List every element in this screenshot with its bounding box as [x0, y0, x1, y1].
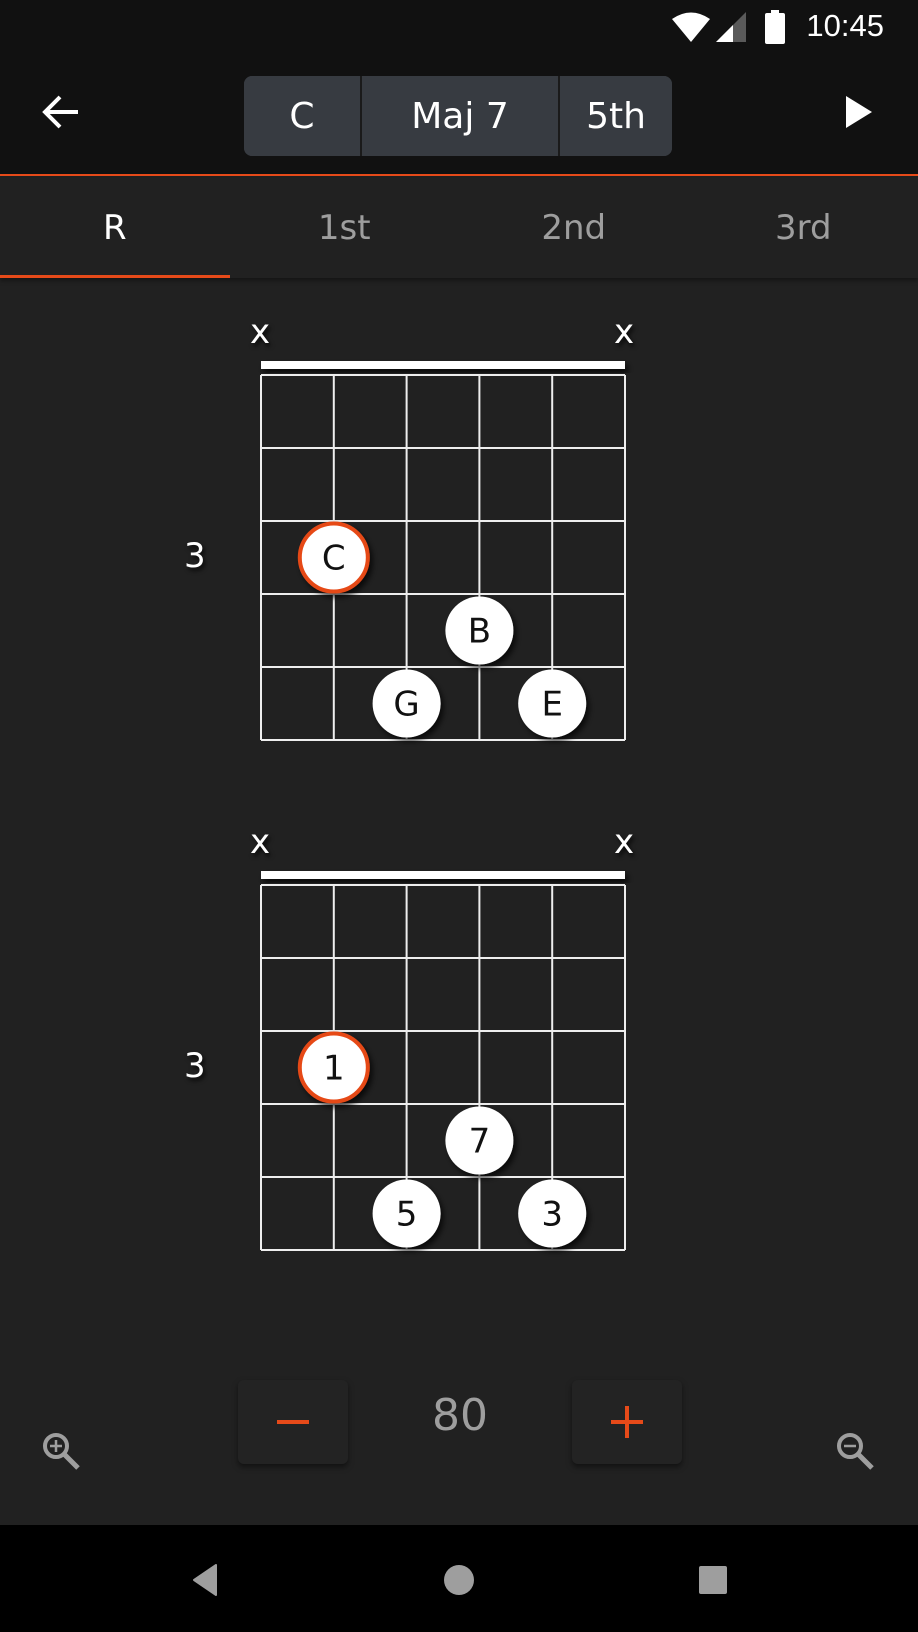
nav-home-button[interactable]: [434, 1555, 484, 1605]
tempo-controls: 80: [0, 1370, 918, 1470]
finger-dot: B: [445, 596, 514, 665]
tempo-value: 80: [432, 1390, 488, 1441]
tab-root[interactable]: R: [0, 178, 230, 278]
inversion-tabs: R 1st 2nd 3rd: [0, 178, 918, 278]
finger-dot: G: [372, 669, 441, 738]
play-button[interactable]: [838, 92, 878, 132]
back-button[interactable]: [38, 88, 86, 136]
nav-home-icon: [444, 1565, 474, 1595]
root-finger-dot: 1: [297, 1031, 370, 1104]
arrow-left-icon: [42, 95, 78, 129]
root-finger-dot: C: [297, 521, 370, 594]
finger-dot: 5: [372, 1179, 441, 1248]
dot-label: E: [541, 685, 562, 725]
tab-1st-inversion[interactable]: 1st: [230, 178, 460, 278]
system-nav-bar: [0, 1525, 918, 1632]
dot-label: 7: [469, 1122, 491, 1162]
nav-recents-icon: [699, 1566, 727, 1594]
nut: [261, 361, 625, 369]
dot-label: 5: [396, 1195, 418, 1235]
plus-icon: [611, 1406, 643, 1438]
chord-quality-selector[interactable]: Maj 7: [360, 76, 558, 156]
fretboard: C B G E: [260, 361, 626, 741]
fretboard: 175 3: [260, 871, 626, 1251]
wifi-icon: [672, 12, 710, 42]
dot-label: B: [468, 612, 491, 652]
nav-back-icon: [193, 1564, 217, 1596]
zoom-out-button[interactable]: [834, 1430, 878, 1474]
dot-label: G: [393, 685, 419, 725]
tab-2nd-inversion[interactable]: 2nd: [459, 178, 689, 278]
dot-label: 1: [323, 1049, 345, 1089]
status-bar: 10:45: [0, 0, 918, 56]
decrease-tempo-button[interactable]: [238, 1380, 348, 1464]
finger-dot: 7: [445, 1106, 514, 1175]
chord-diagram-notes: x x 3 CBGE: [0, 312, 918, 780]
chord-selector: C Maj 7 5th: [244, 76, 672, 156]
zoom-out-icon: [837, 1433, 874, 1470]
dot-label: C: [322, 539, 346, 579]
minus-icon: [277, 1420, 309, 1424]
increase-tempo-button[interactable]: [572, 1380, 682, 1464]
nut: [261, 871, 625, 879]
position-selector[interactable]: 5th: [558, 76, 672, 156]
nav-back-button[interactable]: [180, 1555, 230, 1605]
cell-signal-icon: [716, 12, 746, 42]
clock: 10:45: [806, 8, 884, 43]
root-note-selector[interactable]: C: [244, 76, 360, 156]
tab-3rd-inversion[interactable]: 3rd: [689, 178, 918, 278]
nav-recents-button[interactable]: [688, 1555, 738, 1605]
dot-label: 3: [541, 1195, 563, 1235]
chord-diagram-intervals: x x 3 1753: [0, 822, 918, 1290]
app-bar: C Maj 7 5th: [0, 56, 918, 176]
finger-dot: 3: [518, 1179, 587, 1248]
zoom-in-button[interactable]: [40, 1430, 84, 1474]
play-icon: [846, 96, 872, 128]
finger-dot: E: [518, 669, 587, 738]
battery-icon: [765, 10, 785, 44]
zoom-in-icon: [43, 1433, 80, 1470]
